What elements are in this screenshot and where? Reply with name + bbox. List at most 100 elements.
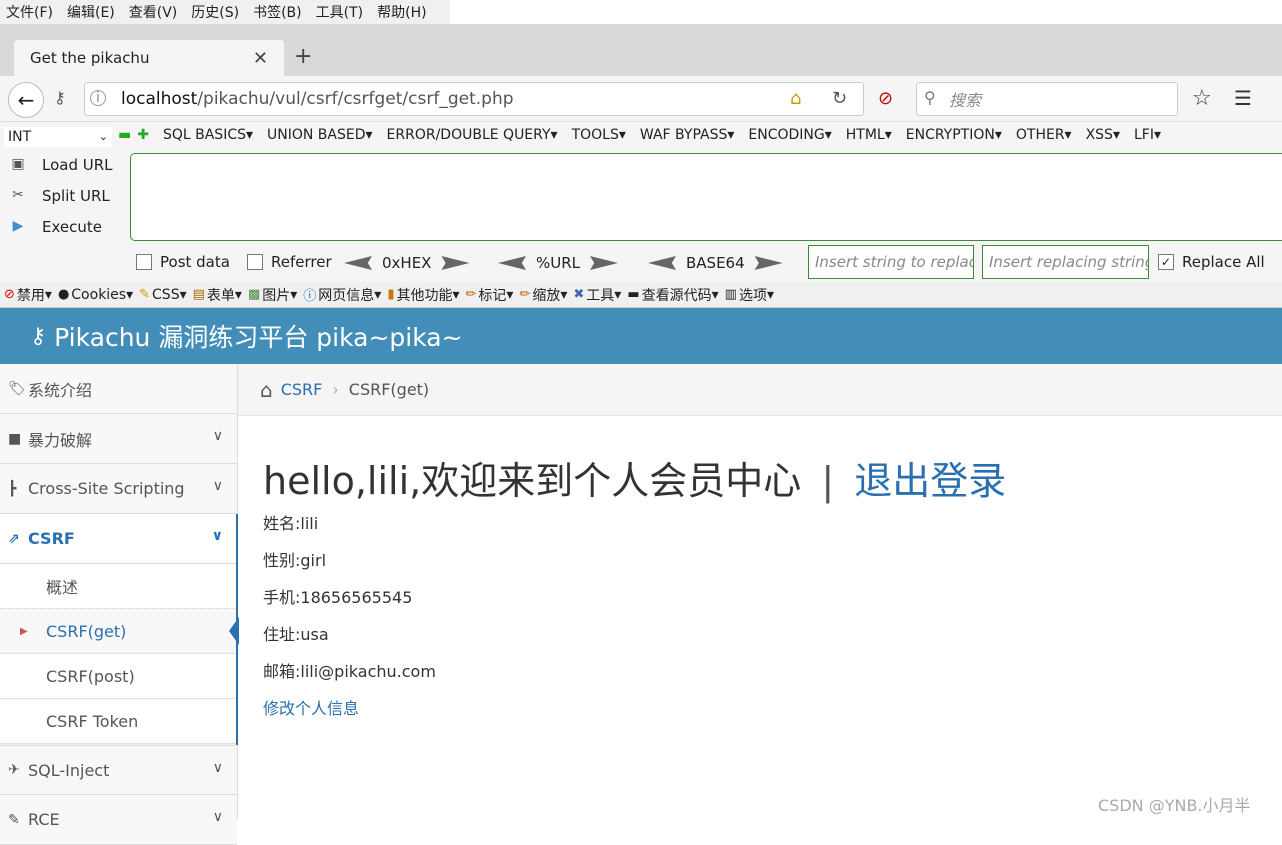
sidebar-item-brute[interactable]: ■ 暴力破解 ∨	[0, 414, 237, 464]
minus-icon[interactable]: ▬	[118, 127, 131, 143]
encoding-value: INT	[8, 129, 32, 145]
wd-resize-label: 缩放	[532, 287, 561, 304]
browser-tab[interactable]: Get the pikachu ✕	[14, 40, 284, 76]
blocked-icon[interactable]: ⊘	[878, 88, 893, 109]
wd-forms[interactable]: ▤ 表单 ▾	[193, 285, 242, 305]
split-url-button[interactable]: ✂ Split URL	[8, 187, 110, 205]
hb-lfi[interactable]: LFI▾	[1134, 127, 1161, 143]
left-arrow-icon[interactable]	[648, 256, 676, 270]
hb-error-double[interactable]: ERROR/DOUBLE QUERY▾	[387, 127, 558, 143]
key-icon[interactable]: ⚷	[54, 88, 66, 107]
menu-edit[interactable]: 编辑(E)	[67, 2, 115, 22]
wd-misc-label: 其他功能	[396, 287, 453, 304]
menu-tools[interactable]: 工具(T)	[316, 2, 363, 22]
sidebar-item-csrf[interactable]: ⇗ CSRF ∨	[0, 514, 237, 564]
sidebar-sub-csrf-token[interactable]: CSRF Token	[0, 699, 237, 744]
base64-control[interactable]: BASE64	[648, 254, 783, 272]
sidebar-item-label: 系统介绍	[28, 380, 93, 400]
breadcrumb-current: CSRF(get)	[348, 380, 430, 399]
edit-profile-link[interactable]: 修改个人信息	[263, 695, 359, 719]
hb-encryption[interactable]: ENCRYPTION▾	[906, 127, 1002, 143]
site-title[interactable]: Pikachu 漏洞练习平台 pika~pika~	[54, 318, 462, 354]
plus-icon[interactable]: ✚	[137, 127, 149, 143]
star-icon[interactable]: ☆	[1192, 86, 1212, 111]
close-tab-icon[interactable]: ✕	[253, 48, 268, 69]
hex-control[interactable]: 0xHEX	[344, 254, 470, 272]
execute-label: Execute	[42, 218, 102, 236]
wd-source-label: 查看源代码	[641, 287, 712, 304]
profile-name: 姓名:lili	[263, 514, 319, 533]
menu-view[interactable]: 查看(V)	[129, 2, 178, 22]
logout-link[interactable]: 退出登录	[854, 459, 1006, 503]
info-icon[interactable]: i	[90, 90, 106, 106]
left-arrow-icon[interactable]	[498, 256, 526, 270]
menu-history[interactable]: 历史(S)	[191, 2, 239, 22]
tab-title: Get the pikachu	[30, 49, 150, 67]
new-tab-icon[interactable]: +	[294, 44, 312, 69]
hb-xss[interactable]: XSS▾	[1086, 127, 1120, 143]
sidebar-item-label: Cross-Site Scripting	[28, 479, 185, 498]
home-icon[interactable]: ⌂	[790, 88, 801, 109]
sidebar-sub-label: CSRF(get)	[46, 621, 127, 641]
sidebar-item-rce[interactable]: ✎ RCE ∨	[0, 795, 237, 845]
chevron-down-icon: ∨	[212, 478, 223, 494]
replace-input[interactable]: Insert string to replace	[808, 245, 974, 279]
wd-tools[interactable]: ✖ 工具 ▾	[573, 285, 621, 305]
wd-css[interactable]: ✎ CSS ▾	[139, 287, 187, 303]
menu-bookmarks[interactable]: 书签(B)	[253, 2, 302, 22]
sidebar-item-xss[interactable]: ┣ Cross-Site Scripting ∨	[0, 464, 237, 514]
right-arrow-icon[interactable]	[754, 256, 783, 270]
wd-source[interactable]: ▬ 查看源代码 ▾	[627, 285, 718, 305]
split-url-label: Split URL	[42, 187, 110, 205]
wd-outline[interactable]: ✏ 标记 ▾	[466, 285, 514, 305]
replacing-placeholder: Insert replacing string	[989, 253, 1149, 271]
encoding-select[interactable]: INT ⌄	[4, 127, 112, 147]
wd-resize[interactable]: ✏ 缩放 ▾	[519, 285, 567, 305]
right-arrow-icon[interactable]	[441, 256, 470, 270]
load-url-label: Load URL	[42, 156, 113, 174]
menu-file[interactable]: 文件(F)	[6, 2, 53, 22]
sidebar-item-intro[interactable]: 🏷 系统介绍	[0, 364, 237, 414]
referrer-checkbox[interactable]: Referrer	[247, 253, 332, 271]
sidebar-sub-csrf-post[interactable]: CSRF(post)	[0, 654, 237, 699]
home-icon[interactable]: ⌂	[260, 378, 273, 402]
hb-other[interactable]: OTHER▾	[1016, 127, 1072, 143]
wd-images[interactable]: ▩ 图片 ▾	[248, 285, 297, 305]
wd-misc[interactable]: ▮ 其他功能 ▾	[387, 285, 459, 305]
hb-encoding[interactable]: ENCODING▾	[748, 127, 831, 143]
hb-html[interactable]: HTML▾	[846, 127, 892, 143]
replacing-input[interactable]: Insert replacing string	[982, 245, 1149, 279]
hb-tools[interactable]: TOOLS▾	[572, 127, 626, 143]
sidebar-sub-csrf-get[interactable]: ▶ CSRF(get)	[0, 609, 239, 654]
load-url-button[interactable]: ▣ Load URL	[8, 156, 113, 174]
reload-icon[interactable]: ↻	[832, 88, 847, 109]
scissors-icon: ✂	[12, 187, 24, 203]
url-bar[interactable]: localhost/pikachu/vul/csrf/csrfget/csrf_…	[84, 82, 864, 116]
search-input[interactable]: 搜索	[916, 82, 1178, 116]
post-data-checkbox[interactable]: Post data	[136, 253, 230, 271]
wd-info-label: 网页信息	[318, 287, 375, 304]
right-arrow-icon[interactable]	[590, 256, 619, 270]
execute-button[interactable]: ▶ Execute	[8, 218, 102, 236]
menu-help[interactable]: 帮助(H)	[377, 2, 426, 22]
hb-sql-basics[interactable]: SQL BASICS▾	[163, 127, 253, 143]
reading-list-icon[interactable]: ☰	[1234, 86, 1252, 110]
hb-waf-bypass[interactable]: WAF BYPASS▾	[640, 127, 734, 143]
replace-all-checkbox[interactable]: ✓ Replace All	[1158, 253, 1265, 271]
sidebar-item-sqli[interactable]: ✈ SQL-Inject ∨	[0, 745, 237, 795]
wd-cookies[interactable]: ● Cookies ▾	[58, 287, 133, 303]
hackbar-url-textarea[interactable]	[130, 153, 1282, 241]
sidebar-sub-overview[interactable]: 概述	[0, 564, 237, 609]
active-border	[236, 514, 238, 745]
breadcrumb-parent[interactable]: CSRF	[281, 380, 323, 399]
back-button[interactable]: ←	[8, 82, 44, 118]
url-encode-control[interactable]: %URL	[498, 254, 619, 272]
profile-phone: 手机:18656565545	[263, 588, 413, 607]
search-icon: ⚲	[924, 88, 936, 107]
hb-union-based[interactable]: UNION BASED▾	[267, 127, 373, 143]
wd-disable[interactable]: ⊘ 禁用 ▾	[4, 285, 52, 305]
misc-icon: ▮	[387, 287, 395, 302]
wd-options[interactable]: ▥ 选项 ▾	[725, 285, 774, 305]
wd-info[interactable]: ⓘ 网页信息 ▾	[303, 285, 381, 305]
left-arrow-icon[interactable]	[344, 256, 372, 270]
